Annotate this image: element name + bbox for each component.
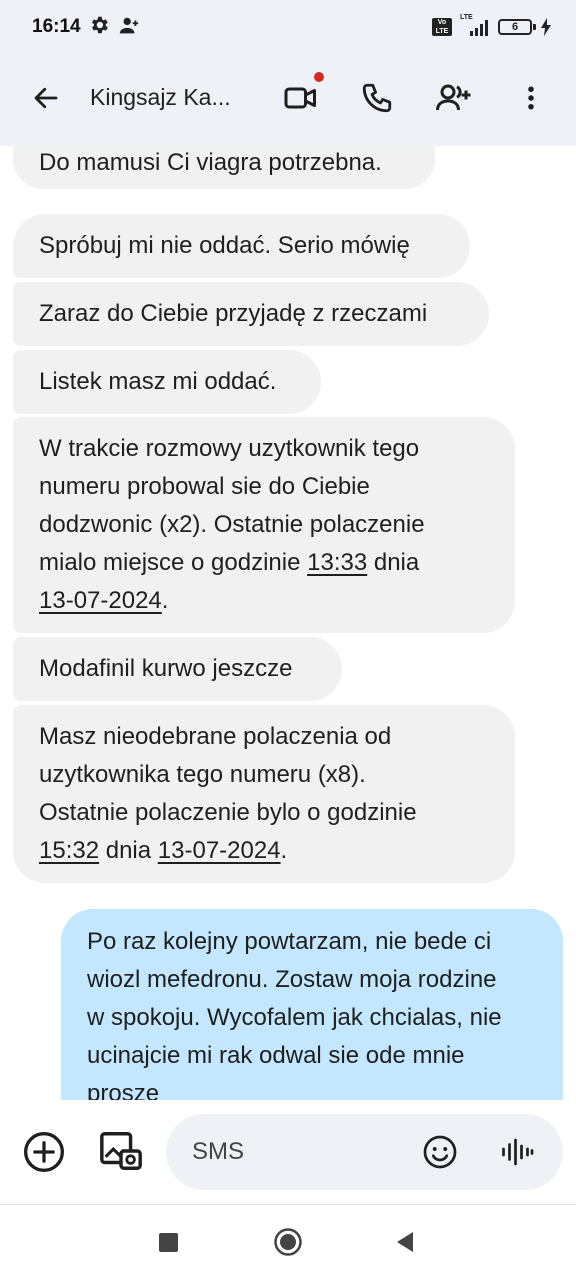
- contact-name[interactable]: Kingsajz Ka...: [90, 84, 231, 111]
- back-arrow-icon: [34, 87, 58, 109]
- time-link[interactable]: 13:33: [307, 549, 367, 576]
- message-bubble-incoming[interactable]: Spróbuj mi nie oddać. Serio mówię: [13, 214, 470, 278]
- message-text-fragment: .: [280, 837, 288, 864]
- message-line: ucinajcie mi rak odwal sie ode mnie: [87, 1042, 465, 1069]
- status-bar: 16:14 Vo LTE LTE 6: [0, 0, 576, 56]
- battery-tip: [533, 24, 536, 30]
- message-text: Zaraz do Ciebie przyjadę z rzeczami: [39, 300, 428, 327]
- video-call-icon: [284, 87, 316, 109]
- add-person-icon: [436, 84, 471, 111]
- message-line: 13-07-2024.: [39, 582, 489, 620]
- phone-icon: [362, 83, 392, 113]
- message-bubble-incoming[interactable]: Modafinil kurwo jeszcze: [13, 637, 342, 701]
- message-text: Listek masz mi oddać.: [39, 368, 277, 395]
- status-time: 16:14: [32, 16, 81, 37]
- message-line: w spokoju. Wycofalem jak chcialas, nie: [87, 1004, 502, 1031]
- message-bubble-incoming[interactable]: Zaraz do Ciebie przyjadę z rzeczami: [13, 282, 489, 346]
- date-link[interactable]: 13-07-2024: [39, 587, 162, 614]
- back-triangle-icon[interactable]: [393, 1230, 417, 1254]
- voice-icon[interactable]: [499, 1134, 535, 1170]
- message-text-fragment: dnia: [367, 549, 420, 576]
- add-people-button[interactable]: [432, 76, 476, 120]
- compose-bar: SMS: [0, 1100, 576, 1204]
- message-bubble-incoming[interactable]: Masz nieodebrane polaczenia od uzytkowni…: [13, 705, 515, 883]
- message-text-fragment: dnia: [99, 837, 158, 864]
- message-text: Modafinil kurwo jeszcze: [39, 655, 293, 682]
- message-text-fragment: .: [161, 587, 169, 614]
- more-options-button[interactable]: [509, 76, 553, 120]
- message-line: Po raz kolejny powtarzam, nie bede ci: [87, 928, 492, 955]
- message-bubble-incoming[interactable]: Listek masz mi oddać.: [13, 350, 321, 414]
- phone-call-button[interactable]: [355, 76, 399, 120]
- back-button[interactable]: [26, 78, 66, 118]
- charging-bolt-icon: [541, 18, 551, 36]
- message-bubble-incoming[interactable]: Do mamusi Ci viagra potrzebna.: [13, 146, 435, 189]
- message-line: wiozl mefedronu. Zostaw moja rodzine: [87, 966, 497, 993]
- video-badge: [314, 72, 324, 82]
- message-line: dodzwonic (x2). Ostatnie polaczenie: [39, 511, 425, 538]
- message-thread[interactable]: Do mamusi Ci viagra potrzebna. Spróbuj m…: [0, 146, 576, 1100]
- conversation-header: Kingsajz Ka...: [0, 56, 576, 146]
- add-circle-icon[interactable]: [22, 1130, 66, 1174]
- sms-input[interactable]: SMS: [166, 1114, 563, 1190]
- system-nav-bar: [0, 1205, 576, 1280]
- video-call-button[interactable]: [279, 76, 323, 120]
- home-circle-icon[interactable]: [273, 1227, 303, 1257]
- message-line: mialo miejsce o godzinie 13:33 dnia: [39, 544, 489, 582]
- time-link[interactable]: 15:32: [39, 837, 99, 864]
- battery-icon: 6: [498, 19, 532, 35]
- message-text: Do mamusi Ci viagra potrzebna.: [39, 149, 382, 176]
- message-bubble-incoming[interactable]: W trakcie rozmowy uzytkownik tego numeru…: [13, 417, 515, 633]
- message-line: W trakcie rozmowy uzytkownik tego: [39, 435, 420, 462]
- message-line: uzytkownika tego numeru (x8).: [39, 761, 366, 788]
- message-line: Ostatnie polaczenie bylo o godzinie: [39, 799, 417, 826]
- message-line: prosze: [87, 1080, 160, 1100]
- gallery-icon[interactable]: [98, 1128, 144, 1174]
- more-vert-icon: [528, 86, 534, 110]
- person-add-icon: [119, 17, 139, 34]
- gear-icon: [92, 16, 108, 34]
- date-link[interactable]: 13-07-2024: [158, 837, 281, 864]
- emoji-icon[interactable]: [422, 1134, 458, 1170]
- recents-square-icon[interactable]: [159, 1233, 178, 1252]
- message-line: numeru probowal sie do Ciebie: [39, 473, 370, 500]
- volte-icon: Vo LTE: [432, 18, 452, 36]
- message-text-fragment: mialo miejsce o godzinie: [39, 549, 308, 576]
- signal-icon: [470, 20, 488, 36]
- message-text: Spróbuj mi nie oddać. Serio mówię: [39, 232, 410, 259]
- message-bubble-outgoing[interactable]: Po raz kolejny powtarzam, nie bede ci wi…: [61, 909, 563, 1100]
- sms-placeholder: SMS: [192, 1138, 245, 1165]
- message-line: Masz nieodebrane polaczenia od: [39, 723, 392, 750]
- message-line: 15:32 dnia 13-07-2024.: [39, 832, 489, 870]
